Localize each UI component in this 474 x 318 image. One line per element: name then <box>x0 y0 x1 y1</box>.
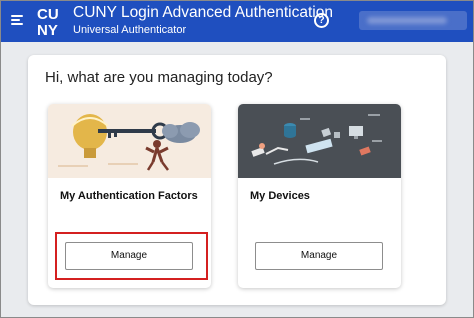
top-header-bar: CU NY CUNY Login Advanced Authentication… <box>0 0 474 42</box>
auth-factors-title: My Authentication Factors <box>60 190 198 202</box>
page-greeting: Hi, what are you managing today? <box>45 69 273 86</box>
app-subtitle: Universal Authenticator <box>73 24 187 36</box>
devices-title: My Devices <box>250 190 310 202</box>
devices-card[interactable]: My Devices Manage <box>238 104 401 288</box>
help-icon[interactable]: ? <box>314 13 329 28</box>
devices-illustration <box>238 104 401 178</box>
redacted-username <box>367 17 447 24</box>
app-title: CUNY Login Advanced Authentication <box>73 4 333 21</box>
auth-factors-card[interactable]: My Authentication Factors Manage <box>48 104 211 288</box>
manage-devices-button[interactable]: Manage <box>255 242 383 270</box>
hamburger-menu-icon[interactable] <box>11 15 23 25</box>
key-lightbulb-illustration <box>48 104 211 178</box>
svg-text:CU: CU <box>37 6 59 23</box>
manage-auth-factors-button[interactable]: Manage <box>65 242 193 270</box>
svg-text:NY: NY <box>37 22 58 38</box>
cuny-logo: CU NY <box>37 6 59 38</box>
user-account-menu[interactable] <box>359 11 467 30</box>
